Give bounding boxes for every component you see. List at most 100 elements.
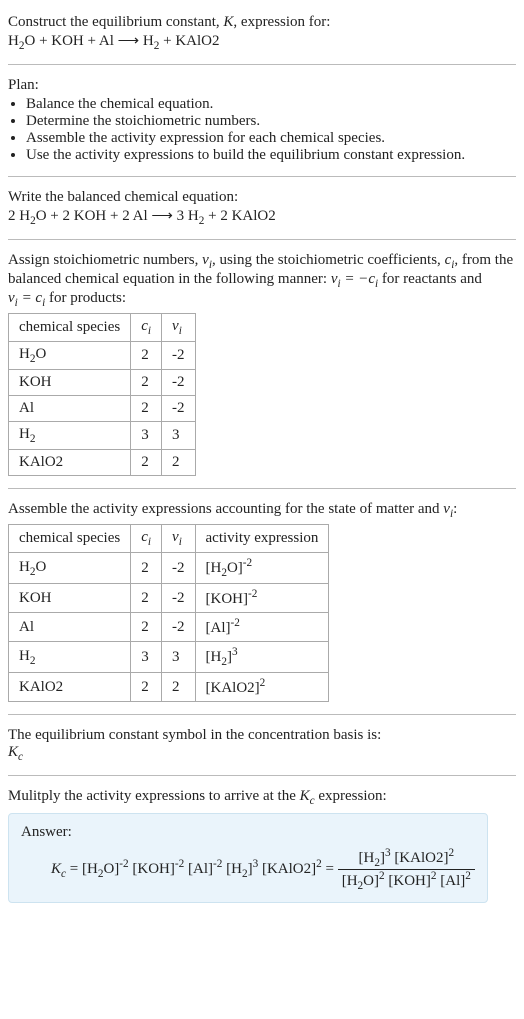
ae: 3: [232, 646, 238, 658]
prompt-equation: H2O + KOH + Al ⟶ H2 + KAlO2: [8, 33, 220, 49]
c-cell: 2: [131, 673, 162, 702]
sp-a: H: [19, 426, 30, 442]
separator: [8, 775, 516, 776]
answer-expression: Kc = [H2O]-2 [KOH]-2 [Al]-2 [H2]3 [KAlO2…: [21, 841, 475, 892]
a-t3: [Al]: [184, 861, 213, 877]
prompt-text: Construct the equilibrium constant,: [8, 14, 223, 30]
ab: [H: [206, 649, 222, 665]
species-cell: KAlO2: [9, 673, 131, 702]
c-cell: 3: [131, 642, 162, 673]
sp-a: Al: [19, 400, 34, 416]
balanced-heading: Write the balanced chemical equation:: [8, 189, 516, 206]
assign-text5: for products:: [45, 290, 126, 306]
table-row: KOH 2 -2: [9, 370, 196, 396]
multiply-section: Mulitply the activity expressions to arr…: [8, 782, 516, 909]
c-cell: 2: [131, 450, 162, 476]
eq-h: H: [8, 33, 19, 49]
nu-cell: -2: [162, 396, 196, 422]
species-cell: H2O: [9, 553, 131, 584]
ab: [Al]: [206, 620, 231, 636]
a-e1: -2: [119, 858, 128, 870]
multiply-heading2: expression:: [315, 788, 387, 804]
activity-heading2: :: [453, 501, 457, 517]
ci-sub2: i: [148, 536, 151, 548]
a-t2: [KOH]: [129, 861, 175, 877]
col-c: ci: [131, 525, 162, 553]
eq-react: νi = −ci: [331, 271, 378, 287]
c-cell: 3: [131, 422, 162, 450]
ci2: ci: [141, 529, 151, 545]
answer-fraction: [H2]3 [KAlO2]2 [H2O]2 [KOH]2 [Al]2: [338, 847, 475, 892]
eq-mid: + KOH + Al ⟶ H: [35, 33, 153, 49]
species-cell: KOH: [9, 370, 131, 396]
c-h: c: [141, 318, 148, 334]
c-cell: 2: [131, 584, 162, 613]
kc-ans: Kc: [51, 861, 66, 877]
col-species: chemical species: [9, 525, 131, 553]
species-cell: H2O: [9, 342, 131, 370]
kc-k2: K: [51, 861, 61, 877]
answer-box: Answer: Kc = [H2O]-2 [KOH]-2 [Al]-2 [H2]…: [8, 813, 488, 903]
nui-sub2: i: [179, 536, 182, 548]
nu-cell: 2: [162, 673, 196, 702]
sp-b: O: [35, 559, 46, 575]
prompt-text2: , expression for:: [233, 14, 330, 30]
nu-cell: 3: [162, 642, 196, 673]
symbol-heading: The equilibrium constant symbol in the c…: [8, 727, 516, 744]
a-e3: -2: [213, 858, 222, 870]
col-activity: activity expression: [195, 525, 329, 553]
ci-sub: i: [148, 325, 151, 337]
ab: [KOH]: [206, 591, 249, 607]
act-cell: [KAlO2]2: [195, 673, 329, 702]
separator: [8, 64, 516, 65]
eq-prod: νi = ci: [8, 290, 45, 306]
er2: = −c: [341, 271, 375, 287]
table-header-row: chemical species ci νi: [9, 314, 196, 342]
table-row: Al 2 -2 [Al]-2: [9, 613, 329, 642]
ae: -2: [248, 588, 257, 600]
act-cell: [KOH]-2: [195, 584, 329, 613]
a-e2: -2: [175, 858, 184, 870]
c-h2: c: [141, 529, 148, 545]
sp-b: O: [35, 346, 46, 362]
a-eq2: =: [322, 861, 338, 877]
a-eq: = [H: [66, 861, 98, 877]
activity-section: Assemble the activity expressions accoun…: [8, 495, 516, 708]
c-cell: 2: [131, 553, 162, 584]
nu-cell: 2: [162, 450, 196, 476]
sp-a: H: [19, 346, 30, 362]
plan-item: Balance the chemical equation.: [26, 96, 516, 113]
activity-heading: Assemble the activity expressions accoun…: [8, 501, 443, 517]
plan-item: Assemble the activity expression for eac…: [26, 130, 516, 147]
table-row: Al 2 -2: [9, 396, 196, 422]
nu-cell: -2: [162, 584, 196, 613]
species-cell: Al: [9, 396, 131, 422]
separator: [8, 176, 516, 177]
col-nu: νi: [162, 525, 196, 553]
table-row: KOH 2 -2 [KOH]-2: [9, 584, 329, 613]
separator: [8, 239, 516, 240]
table-row: KAlO2 2 2: [9, 450, 196, 476]
activity-table: chemical species ci νi activity expressi…: [8, 524, 329, 702]
ci: ci: [141, 318, 151, 334]
a-t4: [H: [222, 861, 242, 877]
species-cell: Al: [9, 613, 131, 642]
nui-sub: i: [179, 325, 182, 337]
c-cell: 2: [131, 370, 162, 396]
act-cell: [Al]-2: [195, 613, 329, 642]
table-row: H2O 2 -2: [9, 342, 196, 370]
frac-den: [H2O]2 [KOH]2 [Al]2: [338, 870, 475, 892]
plan-heading: Plan:: [8, 77, 516, 94]
ab: [H: [206, 560, 222, 576]
am: O]: [227, 560, 243, 576]
table-header-row: chemical species ci νi activity expressi…: [9, 525, 329, 553]
assign-text4: for reactants and: [378, 271, 482, 287]
sp-a: H: [19, 559, 30, 575]
nui2: νi: [172, 529, 182, 545]
c-cell: 2: [131, 396, 162, 422]
act-cell: [H2O]-2: [195, 553, 329, 584]
d1: [H: [342, 873, 358, 889]
col-species: chemical species: [9, 314, 131, 342]
nu-sym2: νi: [443, 501, 453, 517]
table-row: H2 3 3 [H2]3: [9, 642, 329, 673]
